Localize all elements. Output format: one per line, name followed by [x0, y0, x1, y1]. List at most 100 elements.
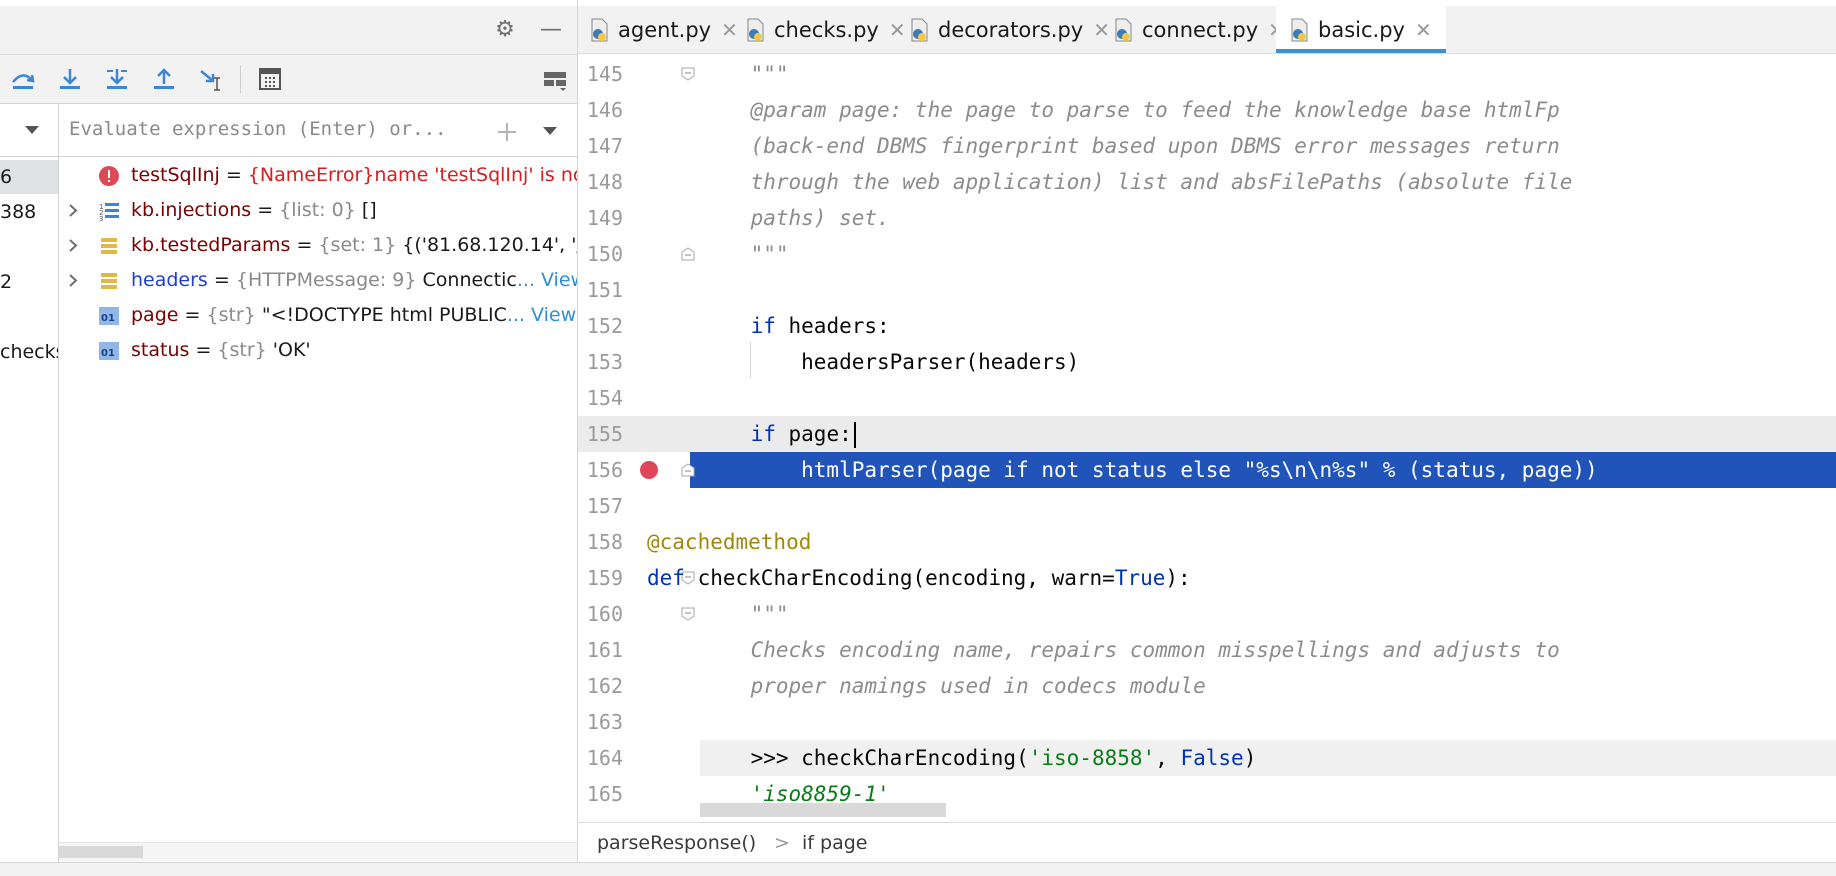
fold-marker-icon[interactable]	[681, 247, 695, 261]
tab-agent-py[interactable]: agent.py ✕	[588, 6, 738, 53]
step-over-icon[interactable]	[10, 66, 36, 92]
close-tab-icon[interactable]: ✕	[1415, 18, 1432, 42]
code-line[interactable]: 150 """	[578, 236, 1836, 272]
tab-label: basic.py	[1318, 17, 1405, 42]
tab-connect-py[interactable]: connect.py✕	[1112, 6, 1285, 53]
bottom-tool-window-bar	[0, 862, 1836, 876]
code-line[interactable]: 148 through the web application) list an…	[578, 164, 1836, 200]
view-link[interactable]: ... View	[507, 304, 576, 326]
code-line[interactable]: 145 """	[578, 56, 1836, 92]
variable-type: {NameError}	[247, 164, 375, 186]
layout-icon[interactable]	[542, 66, 568, 92]
expand-arrow-icon[interactable]	[65, 193, 81, 228]
frame-item[interactable]: 388	[0, 195, 58, 229]
tab-label: connect.py	[1142, 17, 1259, 42]
code-line[interactable]: 160 """	[578, 596, 1836, 632]
variable-row[interactable]: 01 page = {str} "<!DOCTYPE html PUBLIC..…	[59, 298, 577, 333]
breakpoint-icon[interactable]	[640, 461, 658, 479]
breadcrumb-scope[interactable]: if page	[802, 823, 867, 863]
current-line[interactable]: 155 if page:	[578, 416, 1836, 452]
variable-row[interactable]: 01 status = {str} 'OK'	[59, 333, 577, 368]
minimize-icon[interactable]: —	[539, 18, 563, 42]
evaluate-expression-icon[interactable]	[257, 66, 283, 92]
variable-name: headers	[131, 269, 208, 291]
code-text: 'iso8859-1'	[700, 782, 890, 804]
fold-marker-icon[interactable]	[681, 67, 695, 81]
frame-item[interactable]: 2	[0, 265, 58, 299]
step-out-icon[interactable]	[151, 66, 177, 92]
tab-label: checks.py	[774, 17, 879, 42]
breadcrumb-function[interactable]: parseResponse()	[597, 823, 756, 863]
thread-selector[interactable]	[0, 104, 58, 157]
step-into-icon[interactable]	[57, 66, 83, 92]
code-line[interactable]: 162 proper namings used in codecs module	[578, 668, 1836, 704]
line-number: 157	[586, 494, 623, 518]
view-link[interactable]: ... View	[517, 269, 577, 291]
svg-text:3: 3	[99, 215, 103, 221]
code-line[interactable]: 163	[578, 704, 1836, 740]
history-dropdown-icon[interactable]	[542, 125, 558, 137]
variables-horizontal-scrollbar[interactable]	[59, 842, 577, 861]
variable-equals: =	[296, 234, 313, 256]
variable-equals: =	[195, 339, 212, 361]
code-line[interactable]: 147 (back-end DBMS fingerprint based upo…	[578, 128, 1836, 164]
code-line[interactable]: 152 if headers:	[578, 308, 1836, 344]
run-to-cursor-icon[interactable]	[198, 66, 224, 92]
expand-arrow-icon[interactable]	[65, 228, 81, 263]
editor-tab-bar: agent.py ✕ checks.py ✕ decorators.py ✕ conn…	[578, 6, 1836, 54]
editor-horizontal-scrollbar[interactable]	[700, 803, 946, 817]
close-tab-icon[interactable]: ✕	[1093, 18, 1110, 42]
variable-value: 'OK'	[272, 339, 311, 361]
code-line[interactable]: 157	[578, 488, 1836, 524]
tab-decorators-py[interactable]: decorators.py ✕	[908, 6, 1110, 53]
variable-value: {('81.68.120.14', '/Le	[402, 234, 577, 256]
line-number: 153	[586, 350, 623, 374]
code-line[interactable]: 151	[578, 272, 1836, 308]
fold-marker-icon[interactable]	[681, 463, 695, 477]
code-line[interactable]: 154	[578, 380, 1836, 416]
variable-row[interactable]: 123 kb.injections = {list: 0} []	[59, 193, 577, 228]
toolbar-separator	[240, 65, 241, 93]
code-line[interactable]: 153 headersParser(headers)	[578, 344, 1836, 380]
variable-row[interactable]: testSqlInj = {NameError}name 'testSqlInj…	[59, 158, 577, 193]
step-into-my-code-icon[interactable]	[104, 66, 130, 92]
tab-label: agent.py	[618, 17, 712, 42]
gear-icon[interactable]: ⚙	[493, 18, 517, 42]
variable-name: page	[131, 304, 179, 326]
code-line[interactable]: 161 Checks encoding name, repairs common…	[578, 632, 1836, 668]
frame-item[interactable]: 6	[0, 160, 58, 194]
code-line[interactable]: 165 'iso8859-1'	[578, 776, 1836, 804]
code-text: """	[700, 602, 789, 626]
code-line[interactable]: 158 @cachedmethod	[578, 524, 1836, 560]
frame-item[interactable]	[0, 300, 58, 334]
close-tab-icon[interactable]: ✕	[721, 18, 738, 42]
code-text: if headers:	[750, 314, 890, 338]
evaluate-expression-bar[interactable]: Evaluate expression (Enter) or...	[59, 104, 577, 157]
variable-type: {HTTPMessage: 9}	[235, 269, 417, 291]
variable-type: {set: 1}	[318, 234, 397, 256]
code-line[interactable]: 149 paths) set.	[578, 200, 1836, 236]
execution-line[interactable]: 156 htmlParser(page if not status else "…	[578, 452, 1836, 488]
code-line[interactable]: 146 @param page: the page to parse to fe…	[578, 92, 1836, 128]
fold-marker-icon[interactable]	[681, 607, 695, 621]
chevron-down-icon	[25, 126, 39, 134]
variable-name: kb.testedParams	[131, 234, 291, 256]
code-text: >>> checkCharEncoding('iso-8858', False)	[700, 746, 1257, 770]
frame-item[interactable]: checks.	[0, 335, 58, 369]
scrollbar-thumb[interactable]	[59, 846, 143, 858]
variable-row[interactable]: kb.testedParams = {set: 1} {('81.68.120.…	[59, 228, 577, 263]
code-line[interactable]: 159 def checkCharEncoding(encoding, warn…	[578, 560, 1836, 596]
expand-arrow-icon[interactable]	[65, 263, 81, 298]
line-number: 164	[586, 746, 623, 770]
line-number: 146	[586, 98, 623, 122]
code-line[interactable]: 164 >>> checkCharEncoding('iso-8858', Fa…	[578, 740, 1836, 776]
add-watch-icon[interactable]	[495, 120, 519, 144]
close-tab-icon[interactable]: ✕	[889, 18, 906, 42]
frame-item[interactable]	[0, 230, 58, 264]
tab-basic-py[interactable]: basic.py ✕	[1276, 6, 1446, 53]
evaluate-expression-input[interactable]: Evaluate expression (Enter) or...	[69, 118, 447, 140]
variable-row[interactable]: headers = {HTTPMessage: 9} Connectic... …	[59, 263, 577, 298]
code-text: """	[700, 62, 789, 86]
tab-checks-py[interactable]: checks.py ✕	[744, 6, 906, 53]
line-number: 147	[586, 134, 623, 158]
